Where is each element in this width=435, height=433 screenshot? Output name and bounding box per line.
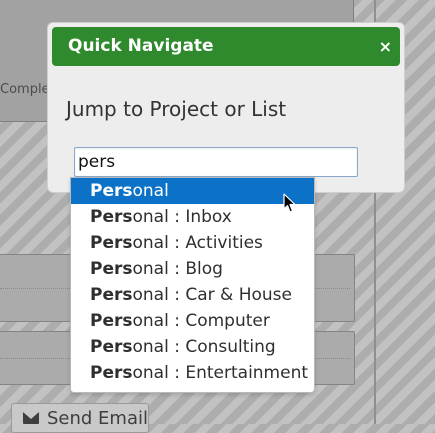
autocomplete-item-rest: onal : Computer <box>132 311 270 331</box>
send-email-label: Send Email <box>47 407 148 429</box>
autocomplete-item-match: Pers <box>90 233 133 253</box>
quick-navigate-dialog: Quick Navigate × Jump to Project or List <box>47 22 405 193</box>
autocomplete-item[interactable]: Personal : Computer <box>71 308 314 334</box>
autocomplete-item-match: Pers <box>90 207 133 227</box>
autocomplete-item-rest: onal : Blog <box>132 259 223 279</box>
dialog-prompt: Jump to Project or List <box>66 97 287 121</box>
send-email-button[interactable]: Send Email <box>11 403 149 433</box>
dialog-titlebar: Quick Navigate × <box>52 27 400 66</box>
autocomplete-item-rest: onal : Inbox <box>132 207 232 227</box>
autocomplete-item[interactable]: Personal : Activities <box>71 230 314 256</box>
autocomplete-item[interactable]: Personal : Inbox <box>71 204 314 230</box>
autocomplete-item[interactable]: Personal <box>71 178 314 204</box>
close-icon[interactable]: × <box>379 27 392 66</box>
autocomplete-item-match: Pers <box>90 337 133 357</box>
autocomplete-item-rest: onal <box>132 181 169 201</box>
autocomplete-item[interactable]: Personal : Consulting <box>71 334 314 360</box>
envelope-icon <box>23 412 39 424</box>
quick-navigate-input[interactable] <box>74 147 358 177</box>
autocomplete-item-rest: onal : Consulting <box>132 337 276 357</box>
autocomplete-item-rest: onal : Activities <box>132 233 263 253</box>
autocomplete-item-match: Pers <box>90 363 133 383</box>
autocomplete-item[interactable]: Personal : Car & House <box>71 282 314 308</box>
autocomplete-item-rest: onal : Car & House <box>132 285 292 305</box>
autocomplete-item-match: Pers <box>90 259 133 279</box>
mouse-cursor-icon <box>283 193 296 213</box>
dialog-title: Quick Navigate <box>68 36 214 56</box>
autocomplete-list: Personal Personal : Inbox Personal : Activ… <box>70 177 315 393</box>
autocomplete-item[interactable]: Personal : Blog <box>71 256 314 282</box>
autocomplete-item-rest: onal : Entertainment <box>132 363 309 383</box>
autocomplete-item-match: Pers <box>90 285 133 305</box>
autocomplete-item[interactable]: Personal : Entertainment <box>71 360 314 386</box>
autocomplete-item-match: Pers <box>90 181 133 201</box>
autocomplete-item-match: Pers <box>90 311 133 331</box>
